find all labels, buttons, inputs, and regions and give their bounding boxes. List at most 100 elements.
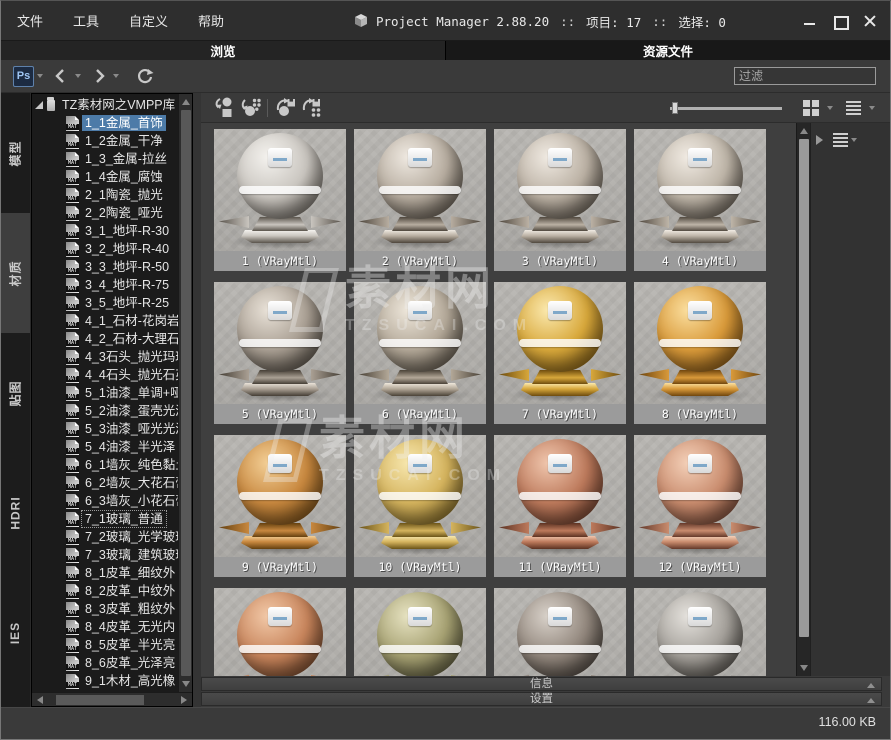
tree-item[interactable]: MAT 8_5皮革_半光亮 xyxy=(32,636,178,654)
forward-button[interactable] xyxy=(88,65,110,87)
tree-item[interactable]: MAT 1_3_金属-拉丝 xyxy=(32,150,178,168)
tree-item[interactable]: MAT 3_3_地坪-R-50 xyxy=(32,258,178,276)
forward-dropdown-icon[interactable] xyxy=(113,74,119,78)
minimize-icon[interactable] xyxy=(802,14,818,28)
category-tab-IES[interactable]: IES xyxy=(1,573,30,693)
category-tab-模型[interactable]: 模型 xyxy=(1,93,30,213)
material-thumbnail[interactable]: 11 (VRayMtl) xyxy=(494,435,626,577)
tree-item[interactable]: MAT 8_6皮革_光泽亮 xyxy=(32,654,178,672)
content-scroll-thumb[interactable] xyxy=(799,139,809,637)
tree-item[interactable]: MAT 9_1木材_高光橡 xyxy=(32,672,178,690)
category-tab-HDRI[interactable]: HDRI xyxy=(1,453,30,573)
tree-item[interactable]: MAT 7_1玻璃_普通 xyxy=(32,510,178,528)
material-thumbnail[interactable]: 3 (VRayMtl) xyxy=(494,129,626,271)
tree-item[interactable]: MAT 1_2金属_干净 xyxy=(32,132,178,150)
material-thumbnail[interactable]: 6 (VRayMtl) xyxy=(354,282,486,424)
slider-thumb[interactable] xyxy=(672,101,678,114)
scroll-left-icon[interactable] xyxy=(37,696,43,704)
scroll-down-icon[interactable] xyxy=(800,665,808,671)
tree-item[interactable]: MAT 8_1皮革_细纹外 xyxy=(32,564,178,582)
tree-item[interactable]: MAT 6_2墙灰_大花石膏 xyxy=(32,474,178,492)
sort-mode-button[interactable] xyxy=(840,95,866,121)
material-thumbnail[interactable]: 10 (VRayMtl) xyxy=(354,435,486,577)
photoshop-button[interactable]: Ps xyxy=(13,65,34,87)
scroll-up-icon[interactable] xyxy=(800,128,808,134)
expand-panel-icon[interactable] xyxy=(816,135,823,145)
material-thumbnail[interactable]: 9 (VRayMtl) xyxy=(214,435,346,577)
collect-materials-button[interactable] xyxy=(298,95,324,121)
tree-item[interactable]: MAT 4_4石头_抛光石英 xyxy=(32,366,178,384)
panel-splitter[interactable] xyxy=(193,93,201,707)
menu-item[interactable]: 工具 xyxy=(73,14,99,29)
tree-scroll-thumb[interactable] xyxy=(181,110,192,676)
tree-item[interactable]: MAT 5_2油漆_蛋壳光泽 xyxy=(32,402,178,420)
panel-menu-button[interactable] xyxy=(833,131,864,149)
tree-item[interactable]: MAT 5_1油漆_单调+哑 xyxy=(32,384,178,402)
tree-item[interactable]: MAT 7_3玻璃_建筑玻璃 xyxy=(32,546,178,564)
material-thumbnail[interactable]: 2 (VRayMtl) xyxy=(354,129,486,271)
category-tab-材质[interactable]: 材质 xyxy=(1,213,30,333)
scroll-right-icon[interactable] xyxy=(181,696,187,704)
menu-item[interactable]: 文件 xyxy=(17,14,43,29)
tree-item[interactable]: MAT 1_4金属_腐蚀 xyxy=(32,168,178,186)
content-vertical-scrollbar[interactable] xyxy=(796,123,810,676)
thumbnail-size-slider[interactable] xyxy=(670,101,782,115)
material-thumbnail[interactable]: 1 (VRayMtl) xyxy=(214,129,346,271)
tree-root-folder[interactable]: TZ素材网之VMPP库 xyxy=(32,96,178,114)
tree-item[interactable]: MAT 6_1墙灰_纯色黏土 xyxy=(32,456,178,474)
tree-item[interactable]: MAT 5_3油漆_哑光光泽 xyxy=(32,420,178,438)
collect-material-button[interactable] xyxy=(272,95,298,121)
refresh-button[interactable] xyxy=(134,65,156,87)
material-thumbnail[interactable] xyxy=(634,588,766,676)
maximize-icon[interactable] xyxy=(832,14,849,30)
photoshop-dropdown-icon[interactable] xyxy=(37,74,43,78)
filter-input[interactable] xyxy=(734,67,876,85)
tree-item[interactable]: MAT 5_4油漆_半光泽 xyxy=(32,438,178,456)
tree-item[interactable]: MAT 4_1_石材-花岗岩 xyxy=(32,312,178,330)
close-icon[interactable] xyxy=(862,14,878,28)
expander-icon[interactable] xyxy=(35,101,43,109)
tree-vertical-scrollbar[interactable] xyxy=(178,94,192,692)
tree-item[interactable]: MAT 2_2陶瓷_哑光 xyxy=(32,204,178,222)
tree-item[interactable]: MAT 1_1金属_首饰 xyxy=(32,114,178,132)
back-button[interactable] xyxy=(50,65,72,87)
tab-browse[interactable]: 浏览 xyxy=(1,41,445,60)
apply-material-to-selection-button[interactable] xyxy=(237,95,263,121)
tree-item[interactable]: MAT 3_4_地坪-R-75 xyxy=(32,276,178,294)
panel-menu-dropdown-icon[interactable] xyxy=(851,138,857,142)
scroll-up-icon[interactable] xyxy=(182,99,191,105)
tree-item[interactable]: MAT 4_2_石材-大理石 xyxy=(32,330,178,348)
material-thumbnail[interactable]: 8 (VRayMtl) xyxy=(634,282,766,424)
menu-item[interactable]: 自定义 xyxy=(129,14,168,29)
view-mode-dropdown-icon[interactable] xyxy=(827,105,833,110)
tree-item[interactable]: MAT 8_3皮革_粗纹外 xyxy=(32,600,178,618)
tree-item[interactable]: MAT 3_1_地坪-R-30 xyxy=(32,222,178,240)
material-thumbnail[interactable]: 4 (VRayMtl) xyxy=(634,129,766,271)
tree-item[interactable]: MAT 8_2皮革_中纹外 xyxy=(32,582,178,600)
sort-mode-dropdown-icon[interactable] xyxy=(869,105,875,110)
material-thumbnail[interactable] xyxy=(494,588,626,676)
tree-item[interactable]: MAT 7_2玻璃_光学玻璃 xyxy=(32,528,178,546)
apply-material-button[interactable] xyxy=(211,95,237,121)
tree-horizontal-scrollbar[interactable] xyxy=(32,692,192,706)
tree-hscroll-thumb[interactable] xyxy=(56,695,144,705)
material-thumbnail[interactable] xyxy=(354,588,486,676)
tab-resource-files[interactable]: 资源文件 xyxy=(445,41,890,60)
category-tab-贴图[interactable]: 贴图 xyxy=(1,333,30,453)
tree-item[interactable]: MAT 2_1陶瓷_抛光 xyxy=(32,186,178,204)
material-thumbnail[interactable]: 12 (VRayMtl) xyxy=(634,435,766,577)
tree-item[interactable]: MAT 3_2_地坪-R-40 xyxy=(32,240,178,258)
scroll-down-icon[interactable] xyxy=(182,681,191,687)
info-rollout-header[interactable]: 信息 xyxy=(201,677,882,691)
view-mode-button[interactable] xyxy=(798,95,824,121)
tree-item[interactable]: MAT 8_4皮革_无光内 xyxy=(32,618,178,636)
tree-item[interactable]: MAT 4_3石头_抛光玛瑙 xyxy=(32,348,178,366)
material-thumbnail[interactable] xyxy=(214,588,346,676)
material-thumbnail[interactable]: 7 (VRayMtl) xyxy=(494,282,626,424)
material-thumbnail[interactable]: 5 (VRayMtl) xyxy=(214,282,346,424)
settings-rollout-header[interactable]: 设置 xyxy=(201,692,882,706)
tree-item[interactable]: MAT 6_3墙灰_小花石膏 xyxy=(32,492,178,510)
menu-item[interactable]: 帮助 xyxy=(198,14,224,29)
tree-item[interactable]: MAT 3_5_地坪-R-25 xyxy=(32,294,178,312)
back-dropdown-icon[interactable] xyxy=(75,74,81,78)
